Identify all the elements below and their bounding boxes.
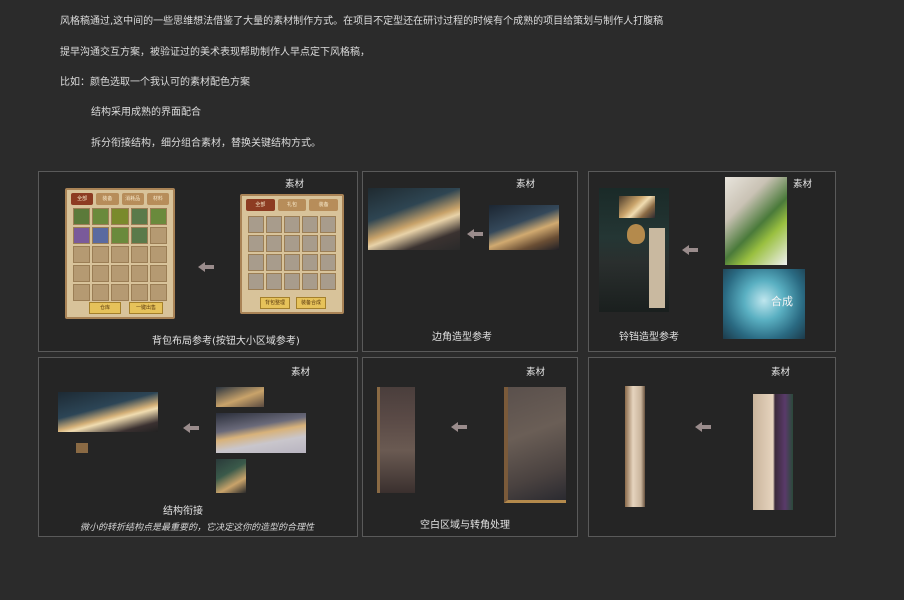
panel-caption: 边角造型参考: [432, 332, 492, 343]
material-tag: 素材: [526, 367, 546, 378]
structure-reference-image: [58, 392, 158, 432]
strip-material-image: [753, 394, 793, 510]
panel-caption: 空白区域与转角处理: [420, 520, 510, 531]
intro-line-3: 比如：颜色选取一个我认可的素材配色方案: [60, 77, 250, 88]
material-tag: 素材: [516, 179, 536, 190]
structure-material-1: [216, 387, 264, 407]
arrow-left-icon: [467, 229, 483, 239]
structure-material-3: [216, 459, 246, 493]
inventory-tab: 全部: [71, 193, 94, 205]
sell-all-button: 一键出售: [129, 302, 163, 314]
inventory-tab: 材料: [146, 193, 169, 205]
strip-reference-image: [625, 386, 645, 507]
material-tag: 素材: [771, 367, 791, 378]
panel-corner: 素材 边角造型参考: [362, 171, 578, 352]
bell-reference-image: [599, 188, 669, 312]
inventory-tab: 全部: [246, 199, 275, 211]
inventory-reference-image: 全部 装备 消耗品 材料 仓库 一键出售: [65, 188, 175, 319]
panel-caption: 结构衔接: [163, 506, 203, 517]
panel-blank-area: 素材 空白区域与转角处理: [362, 357, 578, 537]
arrow-left-icon: [695, 422, 711, 432]
blank-reference-image: [377, 387, 415, 493]
panel-caption: 铃铛造型参考: [619, 332, 679, 343]
warehouse-button: 仓库: [89, 302, 121, 314]
intro-line-2: 提早沟通交互方案，被验证过的美术表现帮助制作人早点定下风格稿，: [60, 47, 370, 58]
panel-inventory: 素材 全部 装备 消耗品 材料 仓库 一键出售 全部 礼包 装备 背包整理 装备…: [38, 171, 358, 352]
bag-sort-button: 背包整理: [260, 297, 290, 309]
inventory-tab: 消耗品: [121, 193, 144, 205]
material-tag: 素材: [291, 367, 311, 378]
material-tag: 素材: [793, 179, 813, 190]
moon-ad-image: 合成: [723, 269, 805, 339]
blank-material-image: [504, 387, 566, 503]
arrow-left-icon: [451, 422, 467, 432]
ad-text: 合成: [771, 295, 793, 308]
equip-synth-button: 装备合成: [296, 297, 326, 309]
inventory-tab: 礼包: [277, 199, 307, 211]
panel-caption: 背包布局参考(按钮大小区域参考): [152, 336, 300, 347]
corner-reference-image: [368, 188, 460, 250]
panel-subcaption: 微小的转折结构点是最重要的，它决定这你的造型的合理性: [80, 523, 315, 533]
intro-line-1: 风格稿通过,这中间的一些思维想法借鉴了大量的素材制作方式。在项目不定型还在研讨过…: [60, 16, 664, 27]
inventory-material-image: 全部 礼包 装备 背包整理 装备合成: [240, 194, 344, 314]
intro-line-5: 拆分衔接结构，细分组合素材，替换关键结构方式。: [91, 138, 321, 149]
arrow-left-icon: [682, 245, 698, 255]
material-tag: 素材: [285, 179, 305, 190]
inventory-tab: 装备: [96, 193, 119, 205]
intro-line-4: 结构采用成熟的界面配合: [91, 107, 201, 118]
panel-border-strip: 素材: [588, 357, 836, 537]
corner-material-image: [489, 205, 559, 250]
arrow-left-icon: [183, 423, 199, 433]
panel-structure: 素材 结构衔接 微小的转折结构点是最重要的，它决定这你的造型的合理性: [38, 357, 358, 537]
panel-bell: 素材 合成 铃铛造型参考: [588, 171, 836, 352]
bell-material-collage: [725, 177, 787, 265]
structure-material-2: [216, 413, 306, 453]
arrow-left-icon: [198, 262, 214, 272]
inventory-tab: 装备: [309, 199, 339, 211]
structure-small-piece: [76, 443, 88, 453]
